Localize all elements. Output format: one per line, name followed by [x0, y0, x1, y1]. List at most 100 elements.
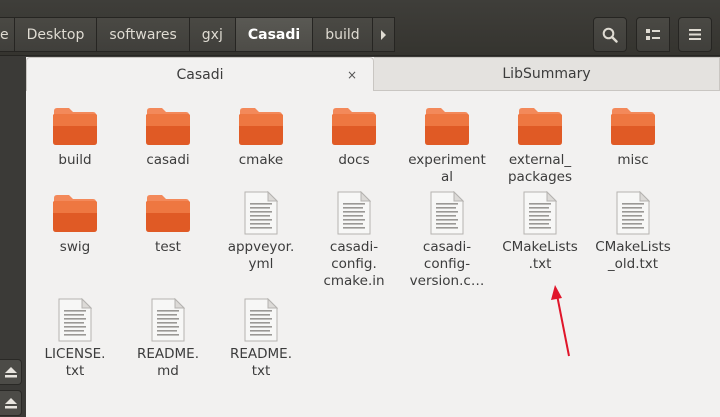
crumb-desktop[interactable]: Desktop [14, 17, 98, 52]
tab-bar: Casadi × LibSummary [26, 57, 720, 91]
file-item-label: test [123, 239, 213, 256]
text-file-icon [422, 188, 472, 238]
file-item-label-line: .txt [528, 256, 552, 272]
file-item-label-line: experiment [408, 152, 486, 168]
file-item-label-line: config- [423, 256, 471, 272]
file-item-label: casadi-config. cmake.in [309, 239, 399, 290]
file-item-label-line: al [440, 169, 454, 185]
file-item-label-line: config. [331, 256, 377, 272]
file-item-label-line: cmake [238, 152, 284, 168]
file-item[interactable]: test [123, 188, 213, 256]
file-item[interactable]: CMakeLists .txt [495, 188, 585, 273]
text-file-icon [515, 188, 565, 238]
folder-icon [422, 101, 472, 151]
sidebar [0, 57, 24, 417]
path-next-button[interactable] [372, 17, 395, 52]
tab-libsummary-label: LibSummary [502, 66, 591, 82]
file-item[interactable]: misc [588, 101, 678, 169]
file-item-label: casadi [123, 152, 213, 169]
file-item[interactable]: README. md [123, 295, 213, 380]
file-item-label-line: cmake.in [323, 273, 385, 289]
file-item[interactable]: experiment al [402, 101, 492, 186]
file-item-label-line: docs [338, 152, 370, 168]
file-item-label-line: test [155, 239, 181, 255]
folder-icon [50, 188, 100, 238]
view-toggle-button[interactable] [636, 17, 670, 52]
file-item-label-line: README. [229, 346, 292, 362]
text-file-icon [329, 188, 379, 238]
file-item-label-line: appveyor. [227, 239, 295, 255]
file-item[interactable]: casadi [123, 101, 213, 169]
text-file-icon [50, 295, 100, 345]
text-file-icon [608, 188, 658, 238]
file-item[interactable]: casadi-config. cmake.in [309, 188, 399, 290]
file-view: Casadi × LibSummary build casadi cmake docs… [26, 57, 720, 417]
file-item-label-line: packages [507, 169, 573, 185]
text-file-icon [236, 188, 286, 238]
file-item-label-line: yml [248, 256, 274, 272]
crumb-home[interactable]: e [0, 17, 15, 52]
crumb-casadi[interactable]: Casadi [235, 17, 314, 52]
file-item-label: CMakeLists _old.txt [588, 239, 678, 273]
file-item-label: build [30, 152, 120, 169]
file-item-label-line: md [157, 363, 179, 379]
tab-close-icon[interactable]: × [345, 68, 359, 82]
file-item-label-line: CMakeLists [502, 239, 578, 255]
file-item-label: LICENSE. txt [30, 346, 120, 380]
file-item[interactable]: cmake [216, 101, 306, 169]
file-item-label: cmake [216, 152, 306, 169]
file-item-label-line: _old.txt [607, 256, 659, 272]
file-item[interactable]: CMakeLists _old.txt [588, 188, 678, 273]
chevron-right-icon [380, 29, 386, 40]
tab-libsummary[interactable]: LibSummary [374, 57, 720, 91]
search-button[interactable] [593, 17, 627, 52]
file-item-label: external_ packages [495, 152, 585, 186]
file-item-label-line: casadi- [329, 239, 379, 255]
tab-casadi-label: Casadi [176, 66, 224, 83]
search-icon [602, 27, 618, 43]
file-item-label: docs [309, 152, 399, 169]
crumb-gxj[interactable]: gxj [189, 17, 236, 52]
folder-icon [143, 188, 193, 238]
file-item[interactable]: README. txt [216, 295, 306, 380]
file-item-label-line: README. [136, 346, 199, 362]
menu-button[interactable] [678, 17, 712, 52]
file-item[interactable]: appveyor. yml [216, 188, 306, 273]
tab-casadi[interactable]: Casadi × [26, 57, 374, 91]
path-bar: e Desktop softwares gxj Casadi build [0, 17, 395, 52]
file-item-label-line: LICENSE. [44, 346, 106, 362]
folder-icon [329, 101, 379, 151]
file-item-label-line: CMakeLists [595, 239, 671, 255]
file-item-label-line: casadi- [422, 239, 472, 255]
file-item-label-line: external_ [508, 152, 572, 168]
file-item-label: casadi-config-version.c… [402, 239, 492, 290]
crumb-softwares[interactable]: softwares [97, 17, 190, 52]
file-item-label-line: swig [59, 239, 91, 255]
list-view-icon [646, 28, 660, 40]
folder-icon [515, 101, 565, 151]
file-item-label: README. txt [216, 346, 306, 380]
file-item-label-line: txt [251, 363, 271, 379]
file-item-label: README. md [123, 346, 213, 380]
file-item[interactable]: external_ packages [495, 101, 585, 186]
file-item-label: appveyor. yml [216, 239, 306, 273]
crumb-build[interactable]: build [313, 17, 373, 52]
file-item[interactable]: build [30, 101, 120, 169]
file-item-label: misc [588, 152, 678, 169]
file-item[interactable]: swig [30, 188, 120, 256]
eject-icon [4, 366, 17, 377]
file-item-label-line: version.c… [409, 273, 485, 289]
file-item[interactable]: docs [309, 101, 399, 169]
hamburger-menu-icon [689, 29, 701, 40]
eject-button-1[interactable] [0, 359, 22, 385]
file-item-label-line: build [58, 152, 92, 168]
file-item-label-line: casadi [146, 152, 190, 168]
file-item[interactable]: LICENSE. txt [30, 295, 120, 380]
file-item-label: experiment al [402, 152, 492, 186]
file-item-label-line: misc [617, 152, 649, 168]
folder-icon [236, 101, 286, 151]
eject-button-2[interactable] [0, 390, 22, 416]
file-item-label: CMakeLists .txt [495, 239, 585, 273]
folder-icon [608, 101, 658, 151]
file-item[interactable]: casadi-config-version.c… [402, 188, 492, 290]
